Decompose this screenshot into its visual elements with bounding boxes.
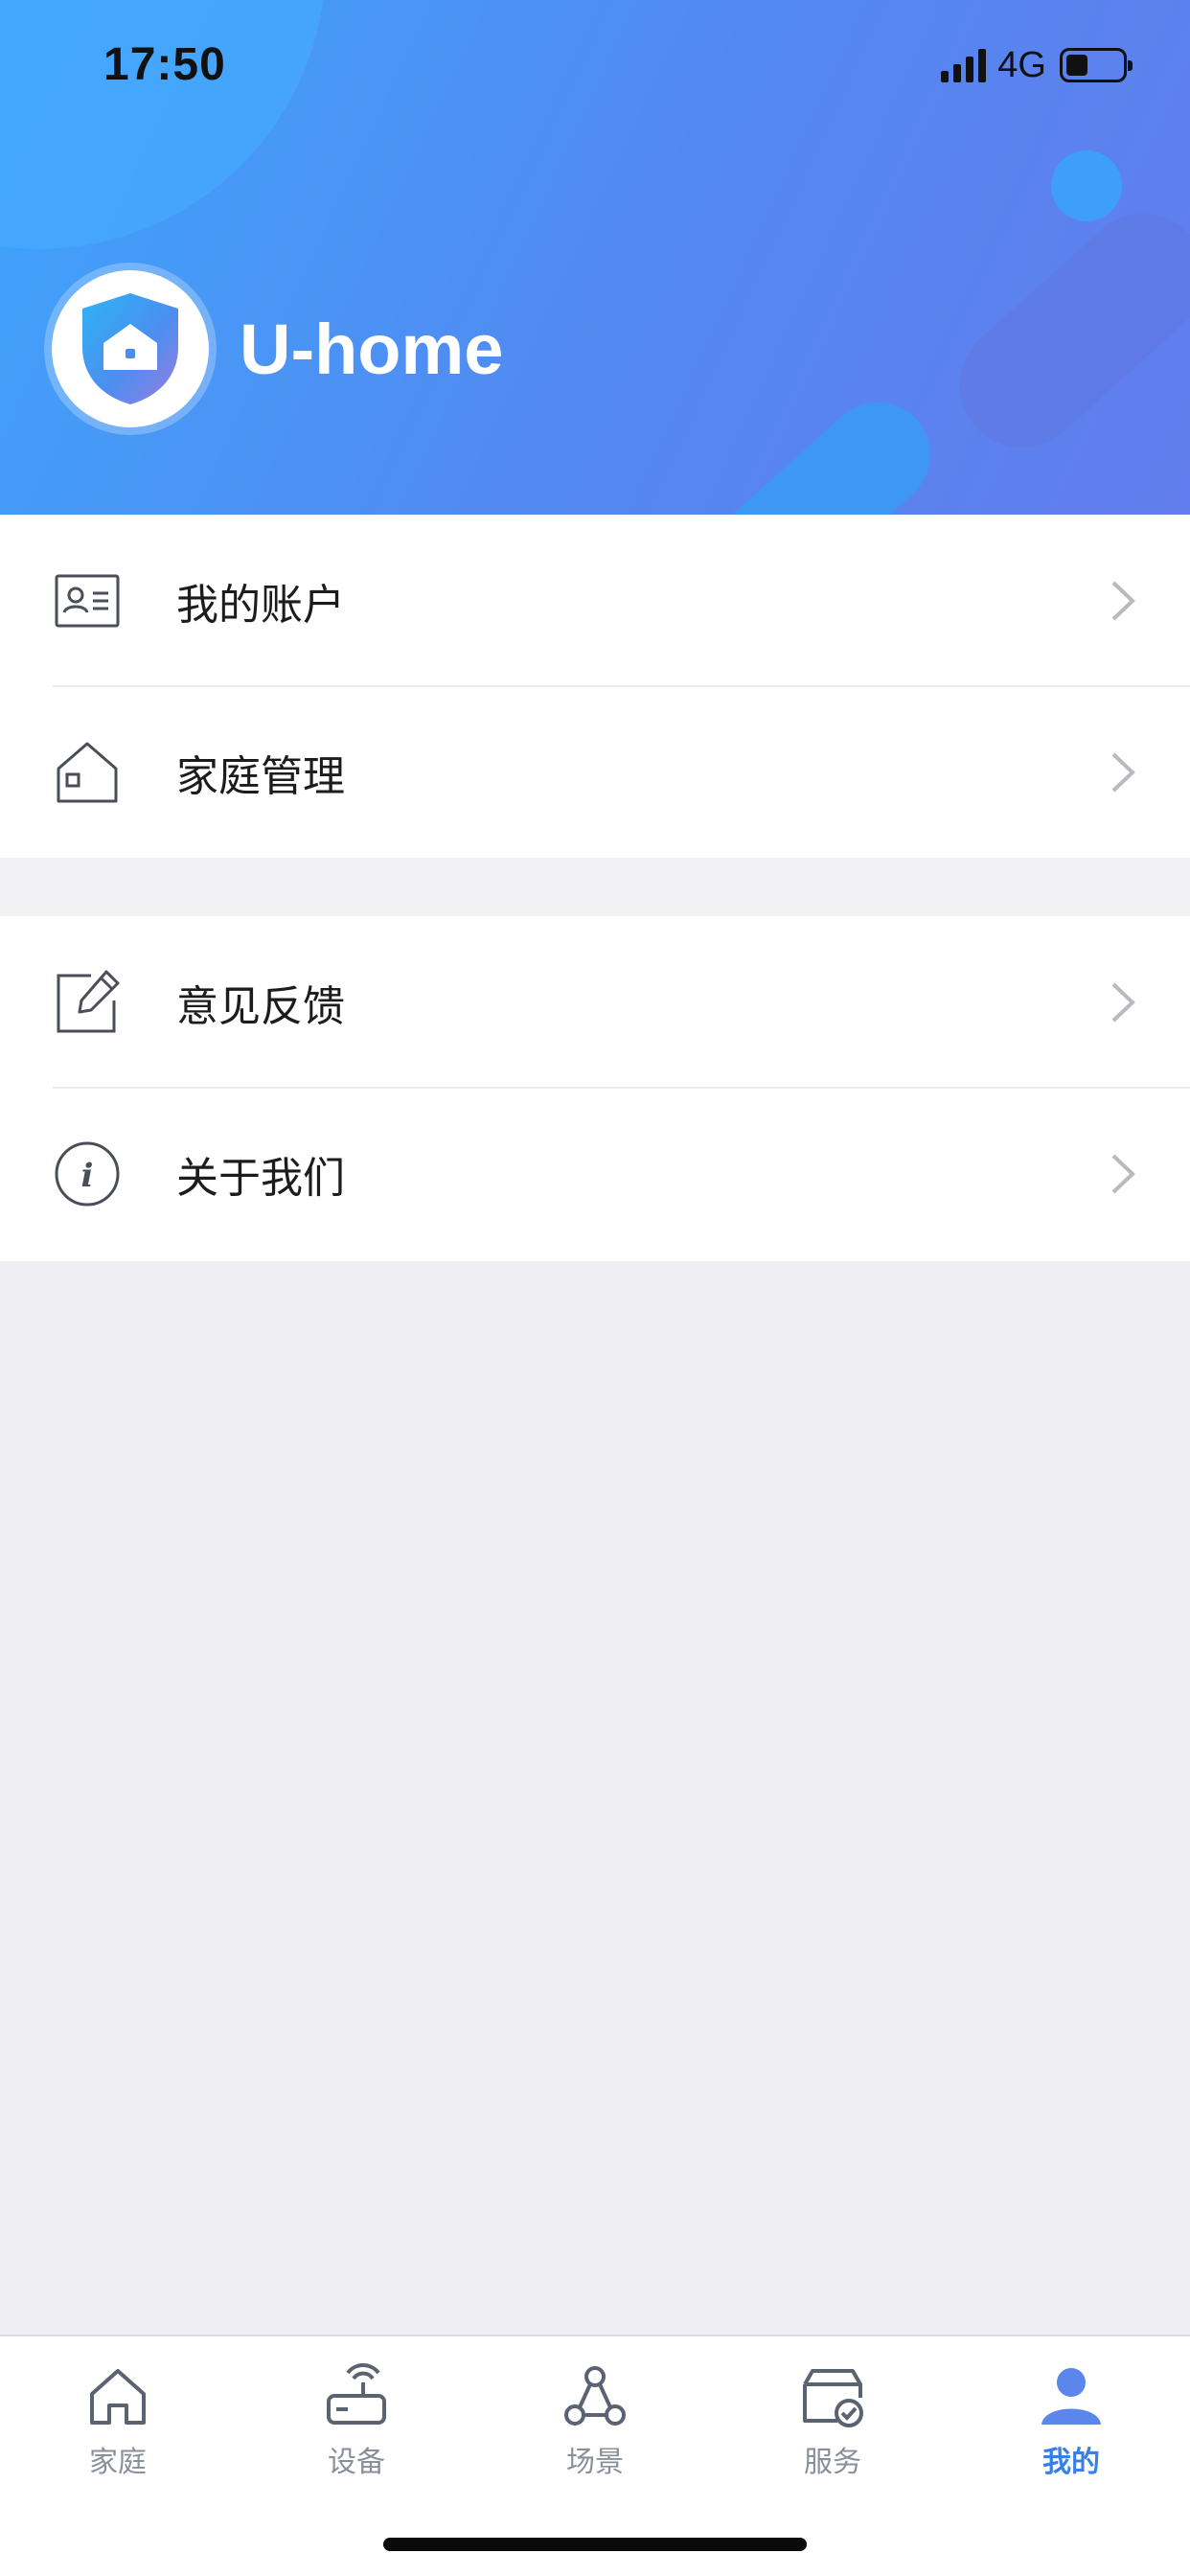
tab-scenes[interactable]: 场景	[518, 2363, 672, 2497]
person-icon	[1041, 2368, 1101, 2425]
menu-group-account: 我的账户 家庭管理	[0, 515, 1190, 858]
status-indicators: 4G	[941, 44, 1133, 86]
menu-item-label: 我的账户	[176, 581, 345, 629]
menu-item-label: 家庭管理	[176, 752, 345, 800]
profile-header: 17:50 4G U-home	[0, 0, 1190, 515]
decorative-dot	[1051, 150, 1122, 221]
decorative-circle	[0, 0, 326, 249]
menu-item-account[interactable]: 我的账户	[0, 515, 1190, 686]
info-circle-icon: i	[55, 1141, 120, 1206]
battery-icon	[1060, 48, 1133, 82]
chevron-right-icon	[1111, 752, 1135, 792]
chevron-right-icon	[1111, 982, 1135, 1022]
menu-item-feedback[interactable]: 意见反馈	[0, 916, 1190, 1088]
tab-label: 我的	[1042, 2447, 1100, 2478]
router-device-icon	[327, 2363, 386, 2425]
menu-group-support: 意见反馈 i 关于我们	[0, 916, 1190, 1261]
tab-label: 场景	[566, 2447, 624, 2478]
chevron-right-icon	[1111, 581, 1135, 620]
home-tab-icon	[90, 2369, 146, 2425]
tab-label: 设备	[328, 2447, 385, 2478]
service-box-icon	[803, 2369, 863, 2427]
home-indicator[interactable]	[383, 2538, 807, 2551]
scene-nodes-icon	[564, 2366, 626, 2426]
network-type: 4G	[997, 44, 1046, 85]
status-time: 17:50	[103, 39, 226, 90]
chevron-right-icon	[1111, 1154, 1135, 1193]
edit-note-icon	[57, 970, 120, 1032]
app-name: U-home	[240, 310, 504, 389]
tab-mine[interactable]: 我的	[995, 2363, 1148, 2497]
decorative-pill	[696, 380, 952, 515]
menu-item-family-management[interactable]: 家庭管理	[0, 686, 1190, 858]
tab-devices[interactable]: 设备	[280, 2363, 433, 2497]
menu-item-label: 关于我们	[176, 1154, 345, 1202]
signal-icon	[941, 48, 987, 82]
tab-home[interactable]: 家庭	[41, 2363, 195, 2497]
menu-item-label: 意见反馈	[176, 982, 345, 1030]
section-spacer	[0, 858, 1190, 916]
tab-services[interactable]: 服务	[756, 2363, 909, 2497]
decorative-pill	[934, 188, 1190, 473]
menu-item-about-us[interactable]: i 关于我们	[0, 1088, 1190, 1259]
house-icon	[57, 742, 118, 802]
tab-label: 家庭	[89, 2447, 147, 2478]
avatar[interactable]	[52, 270, 209, 427]
svg-text:i: i	[81, 1157, 94, 1195]
shield-house-icon	[82, 293, 178, 404]
contact-card-icon	[55, 574, 120, 627]
tab-label: 服务	[804, 2447, 861, 2478]
